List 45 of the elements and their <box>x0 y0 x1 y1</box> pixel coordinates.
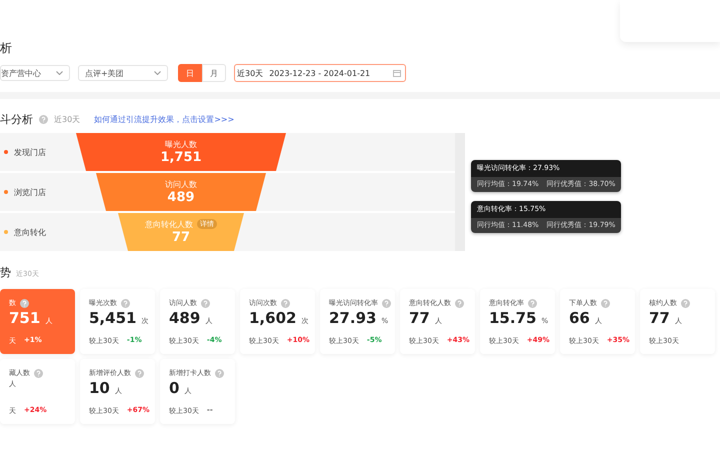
metric-value: 66 <box>569 309 590 327</box>
metric-value: 27.93 <box>329 309 376 327</box>
chevron-down-icon <box>154 71 161 75</box>
help-icon[interactable] <box>34 368 43 378</box>
stage-label: 浏览门店 <box>14 186 46 198</box>
stage-title: 曝光人数 <box>165 138 197 150</box>
help-icon[interactable] <box>528 298 537 308</box>
help-icon[interactable] <box>455 298 464 308</box>
calendar-icon <box>393 70 401 76</box>
period-tab[interactable]: 月 <box>202 64 226 82</box>
metric-value: 10 <box>89 379 110 397</box>
store-dropdown[interactable]: 资产营中心 <box>0 65 70 81</box>
help-icon[interactable] <box>201 298 210 308</box>
metric-value: 15.75 <box>489 309 536 327</box>
stage-value: 489 <box>167 190 195 206</box>
metric-value: 77 <box>409 309 430 327</box>
date-range-field[interactable]: 近30天 2023-12-23 - 2024-01-21 <box>234 64 406 82</box>
metric-value: 751 <box>9 309 40 327</box>
period-label: 近30天 <box>54 114 80 124</box>
metric-value: 1,602 <box>249 309 296 327</box>
help-icon[interactable] <box>215 368 224 378</box>
help-icon[interactable] <box>681 298 690 308</box>
help-icon[interactable] <box>121 298 130 308</box>
platform-dropdown[interactable]: 点评+美团 <box>78 65 168 81</box>
section-title: 斗分析 <box>0 112 33 126</box>
stage-value: 1,751 <box>160 150 202 166</box>
help-icon[interactable] <box>39 114 48 124</box>
help-icon[interactable] <box>20 298 29 308</box>
settings-link[interactable]: 如何通过引流提升效果，点击设置>>> <box>94 114 234 124</box>
stage-title: 访问人数 <box>165 178 197 190</box>
stage-value: 77 <box>172 230 190 246</box>
chevron-down-icon <box>56 71 63 75</box>
metric-value: 0 <box>169 379 180 397</box>
metric-value: 489 <box>169 309 200 327</box>
stage-label: 发现门店 <box>14 146 46 158</box>
help-icon[interactable] <box>382 298 391 308</box>
help-icon[interactable] <box>281 298 290 308</box>
stage-label: 意向转化 <box>14 226 46 238</box>
page-title: 析 <box>0 40 13 56</box>
help-icon[interactable] <box>601 298 610 308</box>
section-title: 势 <box>0 265 11 280</box>
stage-title: 意向转化人数 <box>145 218 193 230</box>
help-icon[interactable] <box>135 368 144 378</box>
metric-value: 77 <box>649 309 670 327</box>
metric-value: 5,451 <box>89 309 136 327</box>
